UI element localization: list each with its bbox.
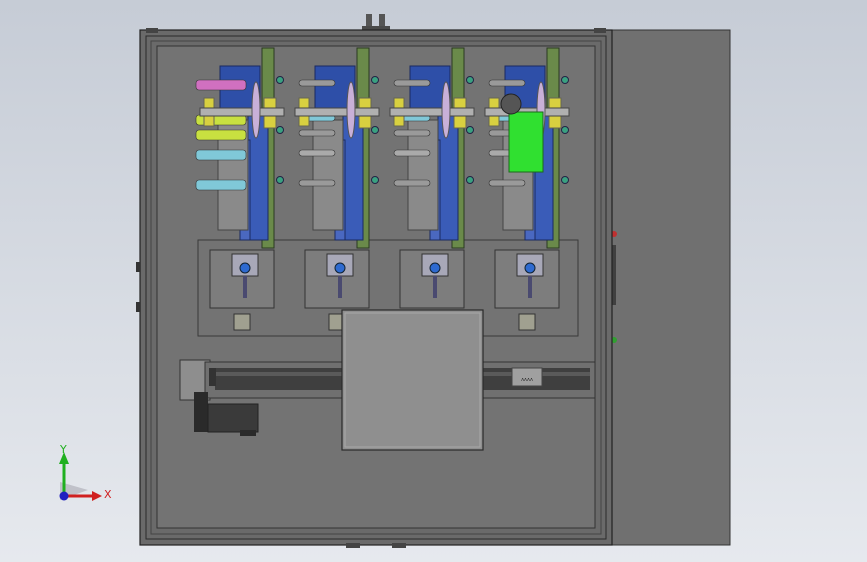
station-lower-bracket bbox=[518, 313, 536, 331]
station-highlighted-part bbox=[508, 111, 544, 173]
station-lower-bracket bbox=[233, 313, 251, 331]
station-disc bbox=[251, 81, 261, 139]
station-cylinder-rod bbox=[433, 276, 437, 298]
station-cylinder-knob bbox=[239, 262, 251, 274]
z-axis-origin-dot bbox=[59, 491, 69, 501]
station-shaft bbox=[294, 107, 380, 117]
station-bolt bbox=[561, 76, 569, 84]
station-mechanism-block bbox=[407, 119, 439, 231]
station-bolt bbox=[276, 76, 284, 84]
station-roller bbox=[393, 149, 431, 157]
station-disc bbox=[346, 81, 356, 139]
station-roller bbox=[488, 79, 526, 87]
station-roller bbox=[393, 129, 431, 137]
station-bolt bbox=[371, 176, 379, 184]
x-axis-arrowhead bbox=[92, 491, 102, 501]
y-axis-label: Y bbox=[59, 443, 67, 456]
carriage-label: ᴧᴧᴧᴧ bbox=[521, 377, 533, 383]
station-cylinder-knob bbox=[524, 262, 536, 274]
orientation-triad: Y X bbox=[59, 443, 112, 501]
station-drive-wheel bbox=[500, 93, 522, 115]
station-bolt bbox=[561, 176, 569, 184]
station-bolt bbox=[466, 176, 474, 184]
station-bolt bbox=[466, 126, 474, 134]
station-bolt bbox=[371, 126, 379, 134]
station-roller bbox=[195, 179, 247, 191]
station-bolt bbox=[276, 176, 284, 184]
station-bolt bbox=[561, 126, 569, 134]
machine-assembly-model[interactable]: ᴧᴧᴧᴧ bbox=[0, 0, 867, 562]
x-axis-label: X bbox=[104, 488, 112, 501]
station-shaft bbox=[389, 107, 475, 117]
station-cylinder-knob bbox=[429, 262, 441, 274]
station-roller bbox=[488, 179, 526, 187]
cad-graphics-viewport[interactable]: ᴧᴧᴧᴧ Y X bbox=[0, 0, 867, 562]
station-bolt bbox=[371, 76, 379, 84]
center-cover-plate[interactable] bbox=[341, 309, 484, 451]
station-cylinder-rod bbox=[528, 276, 532, 298]
station-roller bbox=[298, 129, 336, 137]
station-disc bbox=[441, 81, 451, 139]
station-cylinder-rod bbox=[243, 276, 247, 298]
top-connectors bbox=[362, 14, 390, 31]
station-shaft bbox=[199, 107, 285, 117]
station-cylinder-rod bbox=[338, 276, 342, 298]
station-cylinder-knob bbox=[334, 262, 346, 274]
side-cabinet bbox=[609, 29, 731, 546]
station-roller bbox=[298, 149, 336, 157]
station-roller bbox=[195, 149, 247, 161]
station-mechanism-block bbox=[312, 119, 344, 231]
station-bolt bbox=[276, 126, 284, 134]
station-roller bbox=[298, 79, 336, 87]
station-roller bbox=[393, 179, 431, 187]
station-roller bbox=[298, 179, 336, 187]
station-bolt bbox=[466, 76, 474, 84]
station-roller bbox=[393, 79, 431, 87]
station-roller bbox=[195, 79, 247, 91]
station-roller bbox=[195, 129, 247, 141]
